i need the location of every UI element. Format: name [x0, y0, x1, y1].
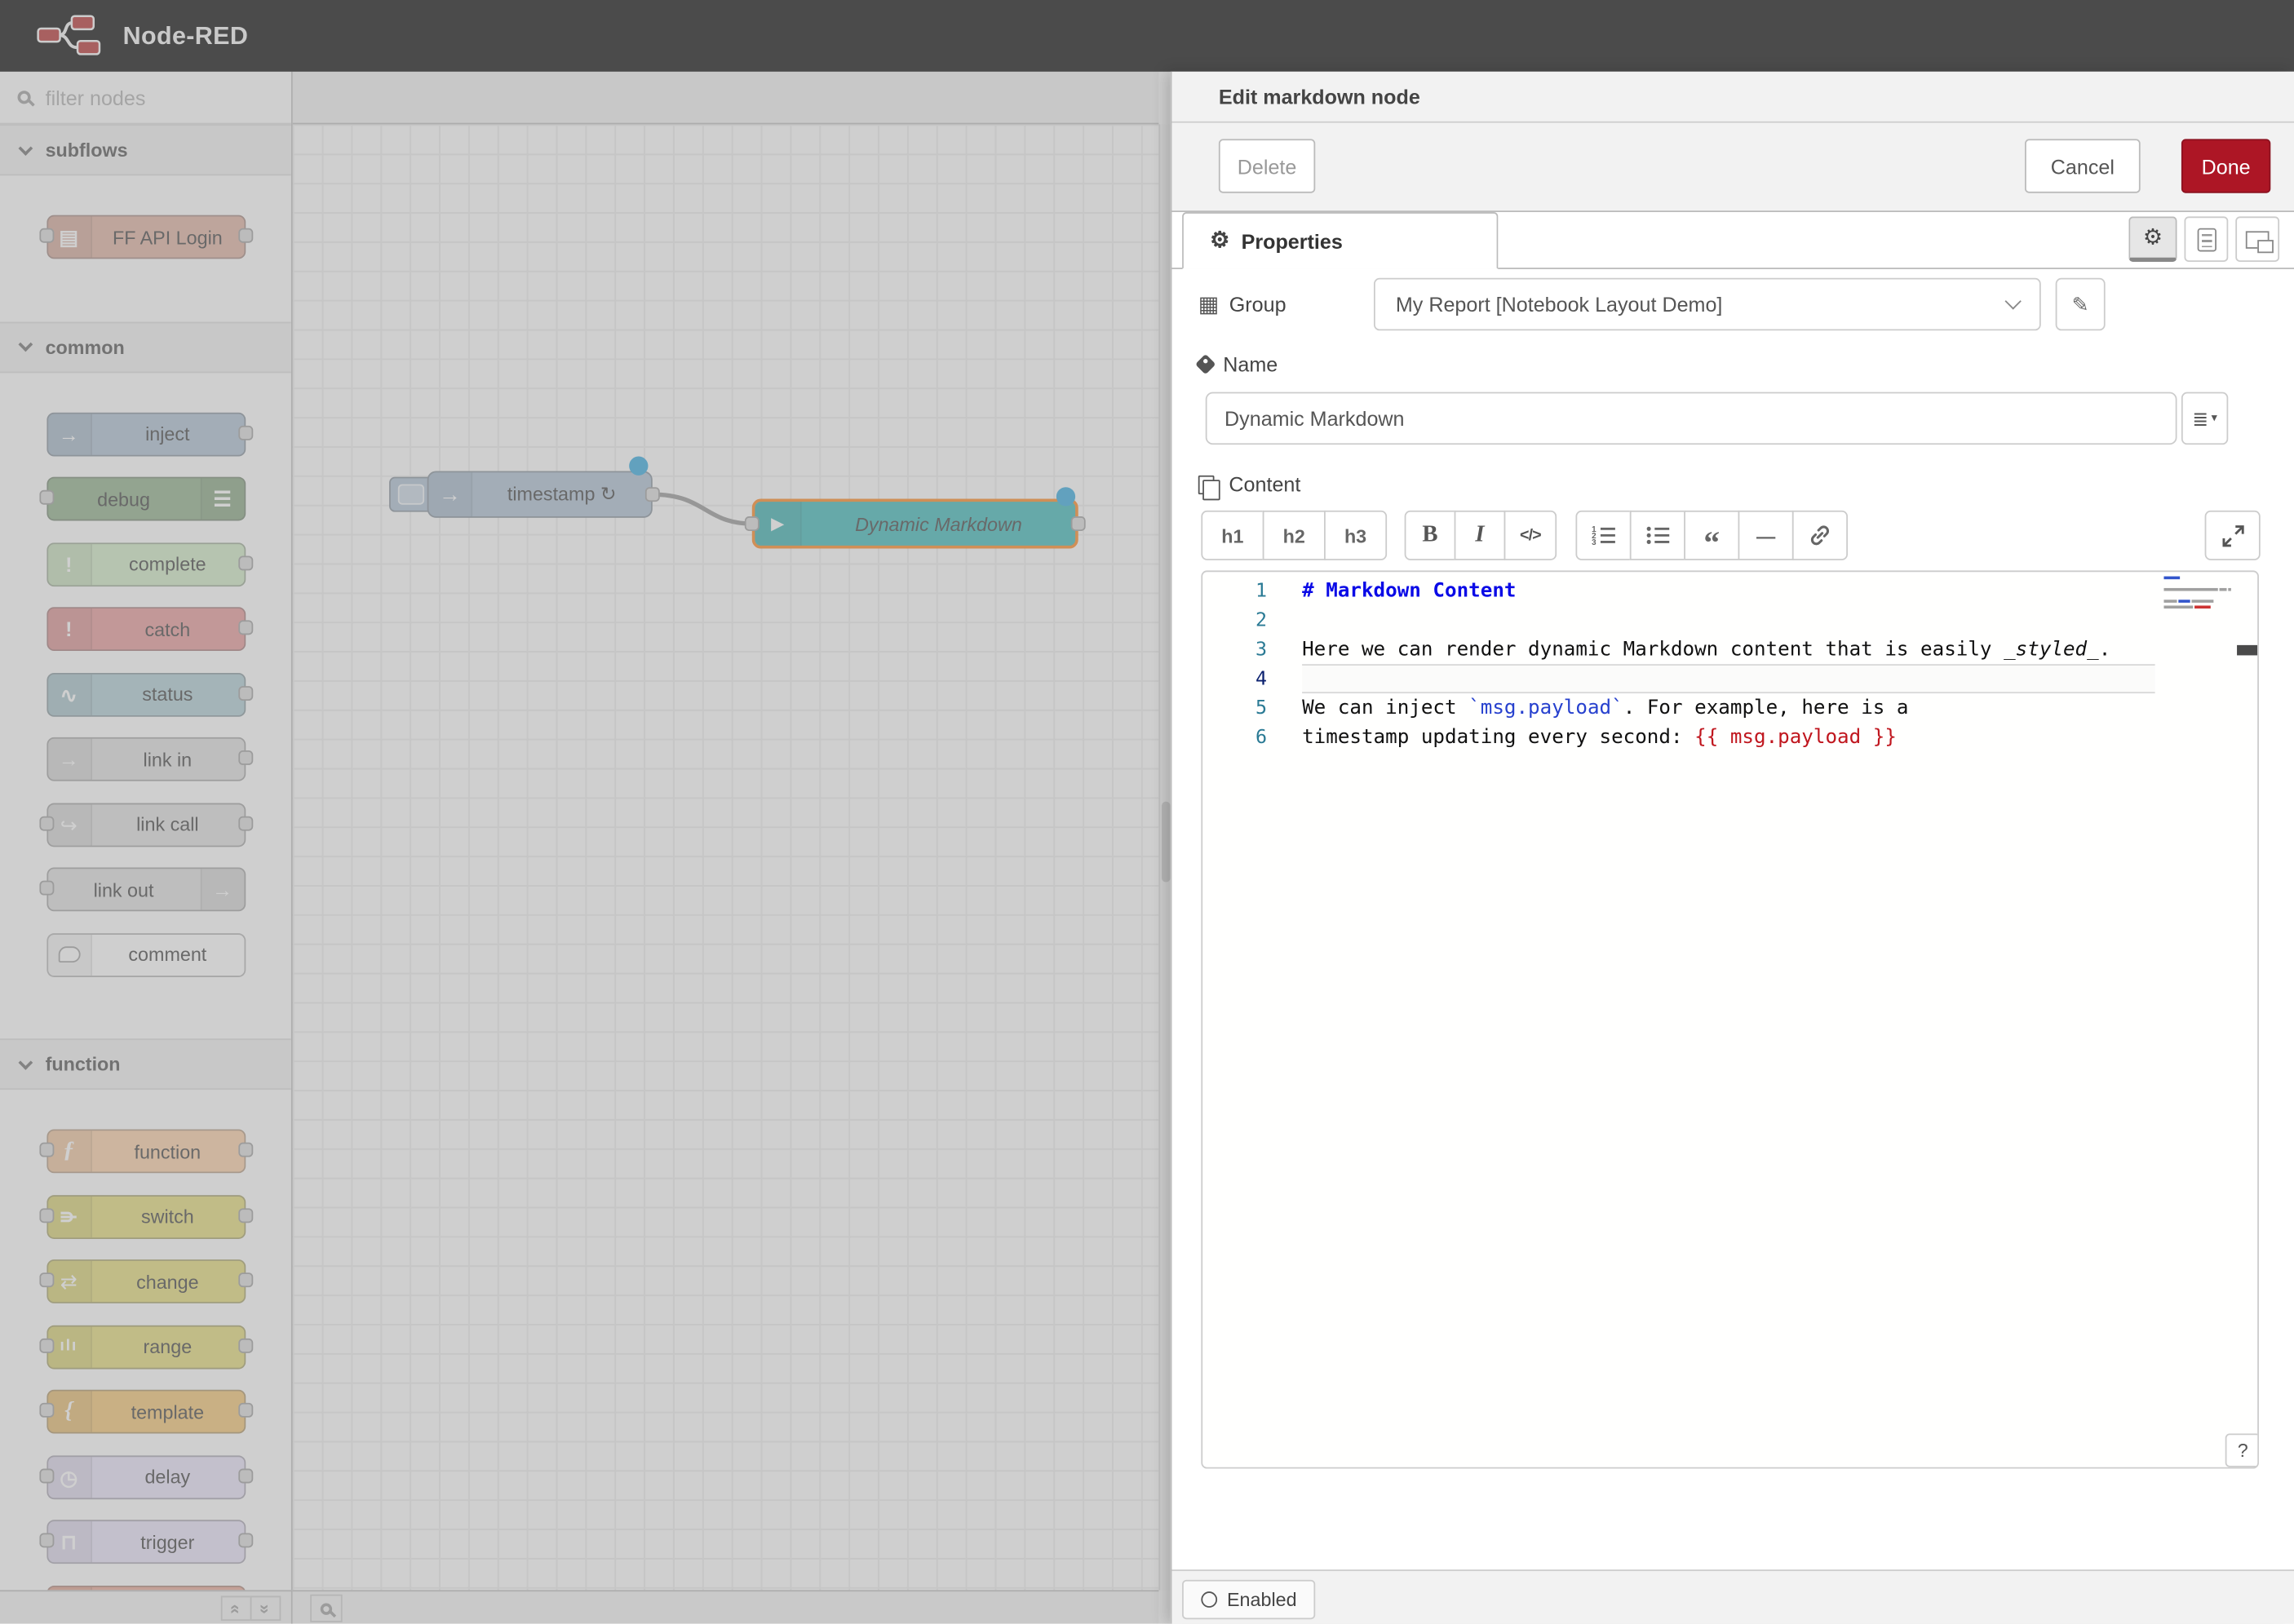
- app-header: Node-RED: [0, 0, 2294, 72]
- editor-overview-ruler-marker: [2237, 645, 2257, 656]
- edit-group-button[interactable]: ✎: [2056, 278, 2106, 331]
- description-view-button[interactable]: [2185, 216, 2229, 262]
- done-button[interactable]: Done: [2181, 139, 2270, 192]
- blockquote-button[interactable]: “: [1684, 511, 1739, 560]
- name-field-label: Name: [1198, 350, 1278, 379]
- markdown-code-editor[interactable]: 1# Markdown Content 2 3Here we can render …: [1201, 570, 2259, 1468]
- editor-line-5[interactable]: 5We can inject `msg.payload`. For exampl…: [1202, 693, 2259, 723]
- editor-help-button[interactable]: ?: [2225, 1434, 2259, 1467]
- node-red-logo-icon: [35, 15, 111, 55]
- italic-button[interactable]: I: [1455, 511, 1506, 560]
- group-select-value: My Report [Notebook Layout Demo]: [1396, 293, 2008, 316]
- line-number: 6: [1202, 726, 1267, 748]
- editor-line-6[interactable]: 6timestamp updating every second: {{ msg…: [1202, 723, 2259, 752]
- ordered-list-icon: 123: [1591, 525, 1615, 546]
- gear-icon: ⚙: [1210, 230, 1229, 252]
- editor-line-2[interactable]: 2: [1202, 605, 2259, 635]
- group-grid-icon: ▦: [1198, 294, 1219, 316]
- appearance-icon: [2246, 230, 2270, 248]
- group-field-label: ▦ Group: [1198, 290, 1286, 319]
- book-icon: ≣: [2192, 409, 2208, 427]
- document-icon: [2197, 228, 2216, 251]
- node-enabled-toggle[interactable]: Enabled: [1182, 1580, 1315, 1619]
- dialog-tabbar: ⚙ Properties ⚙: [1171, 212, 2294, 269]
- caret-down-icon: ▾: [2212, 413, 2217, 424]
- gear-icon: ⚙: [2143, 227, 2163, 249]
- pencil-icon: ✎: [2072, 292, 2089, 316]
- heading1-button[interactable]: h1: [1201, 511, 1264, 560]
- line-number: 3: [1202, 639, 1267, 661]
- enabled-label: Enabled: [1227, 1589, 1297, 1611]
- properties-view-button[interactable]: ⚙: [2128, 216, 2177, 262]
- line-number: 1: [1202, 580, 1267, 602]
- code-button[interactable]: </>: [1504, 511, 1557, 560]
- tab-properties[interactable]: ⚙ Properties: [1182, 212, 1498, 269]
- chevron-down-icon: [2005, 293, 2022, 309]
- tag-icon: [1195, 354, 1216, 374]
- dialog-footer: Enabled: [1171, 1569, 2294, 1623]
- name-input[interactable]: [1206, 392, 2177, 445]
- group-select[interactable]: My Report [Notebook Layout Demo]: [1374, 278, 2041, 331]
- toggle-circle-icon: [1201, 1591, 1217, 1608]
- name-type-button[interactable]: ≣ ▾: [2181, 392, 2228, 445]
- unordered-list-button[interactable]: [1630, 511, 1685, 560]
- dialog-title: Edit markdown node: [1219, 72, 1420, 123]
- editor-minimap[interactable]: [2163, 575, 2235, 678]
- expand-editor-button[interactable]: [2205, 511, 2261, 560]
- unordered-list-icon: [1645, 525, 1670, 546]
- edit-node-dialog: Edit markdown node Delete Cancel Done ⚙ …: [1171, 72, 2294, 1624]
- editor-line-4[interactable]: 4: [1202, 664, 2259, 693]
- editor-line-1[interactable]: 1# Markdown Content: [1202, 577, 2259, 606]
- cancel-button[interactable]: Cancel: [2025, 139, 2141, 192]
- editor-shade-overlay: [0, 72, 1171, 1624]
- heading3-button[interactable]: h3: [1324, 511, 1387, 560]
- app-title: Node-RED: [123, 0, 249, 72]
- editor-line-3[interactable]: 3Here we can render dynamic Markdown con…: [1202, 635, 2259, 664]
- line-number: 5: [1202, 697, 1267, 719]
- expand-icon: [2221, 524, 2243, 546]
- appearance-view-button[interactable]: [2235, 216, 2279, 262]
- ordered-list-button[interactable]: 123: [1575, 511, 1631, 560]
- bold-button[interactable]: B: [1405, 511, 1456, 560]
- link-icon: [1809, 524, 1832, 547]
- line-number: 4: [1202, 668, 1267, 690]
- heading2-button[interactable]: h2: [1263, 511, 1326, 560]
- dialog-toolbar: Delete Cancel Done: [1171, 123, 2294, 212]
- dialog-titlebar: Edit markdown node: [1171, 72, 2294, 123]
- delete-button[interactable]: Delete: [1219, 139, 1315, 192]
- svg-text:3: 3: [1591, 538, 1596, 546]
- pages-icon: [1198, 475, 1215, 493]
- editor-lines: 1# Markdown Content 2 3Here we can render …: [1202, 577, 2259, 752]
- horizontal-rule-icon: —: [1756, 524, 1775, 546]
- tab-properties-label: Properties: [1242, 229, 1343, 253]
- link-button[interactable]: [1792, 511, 1848, 560]
- line-number: 2: [1202, 609, 1267, 631]
- content-field-label: Content: [1198, 470, 1301, 499]
- horizontal-rule-button[interactable]: —: [1738, 511, 1794, 560]
